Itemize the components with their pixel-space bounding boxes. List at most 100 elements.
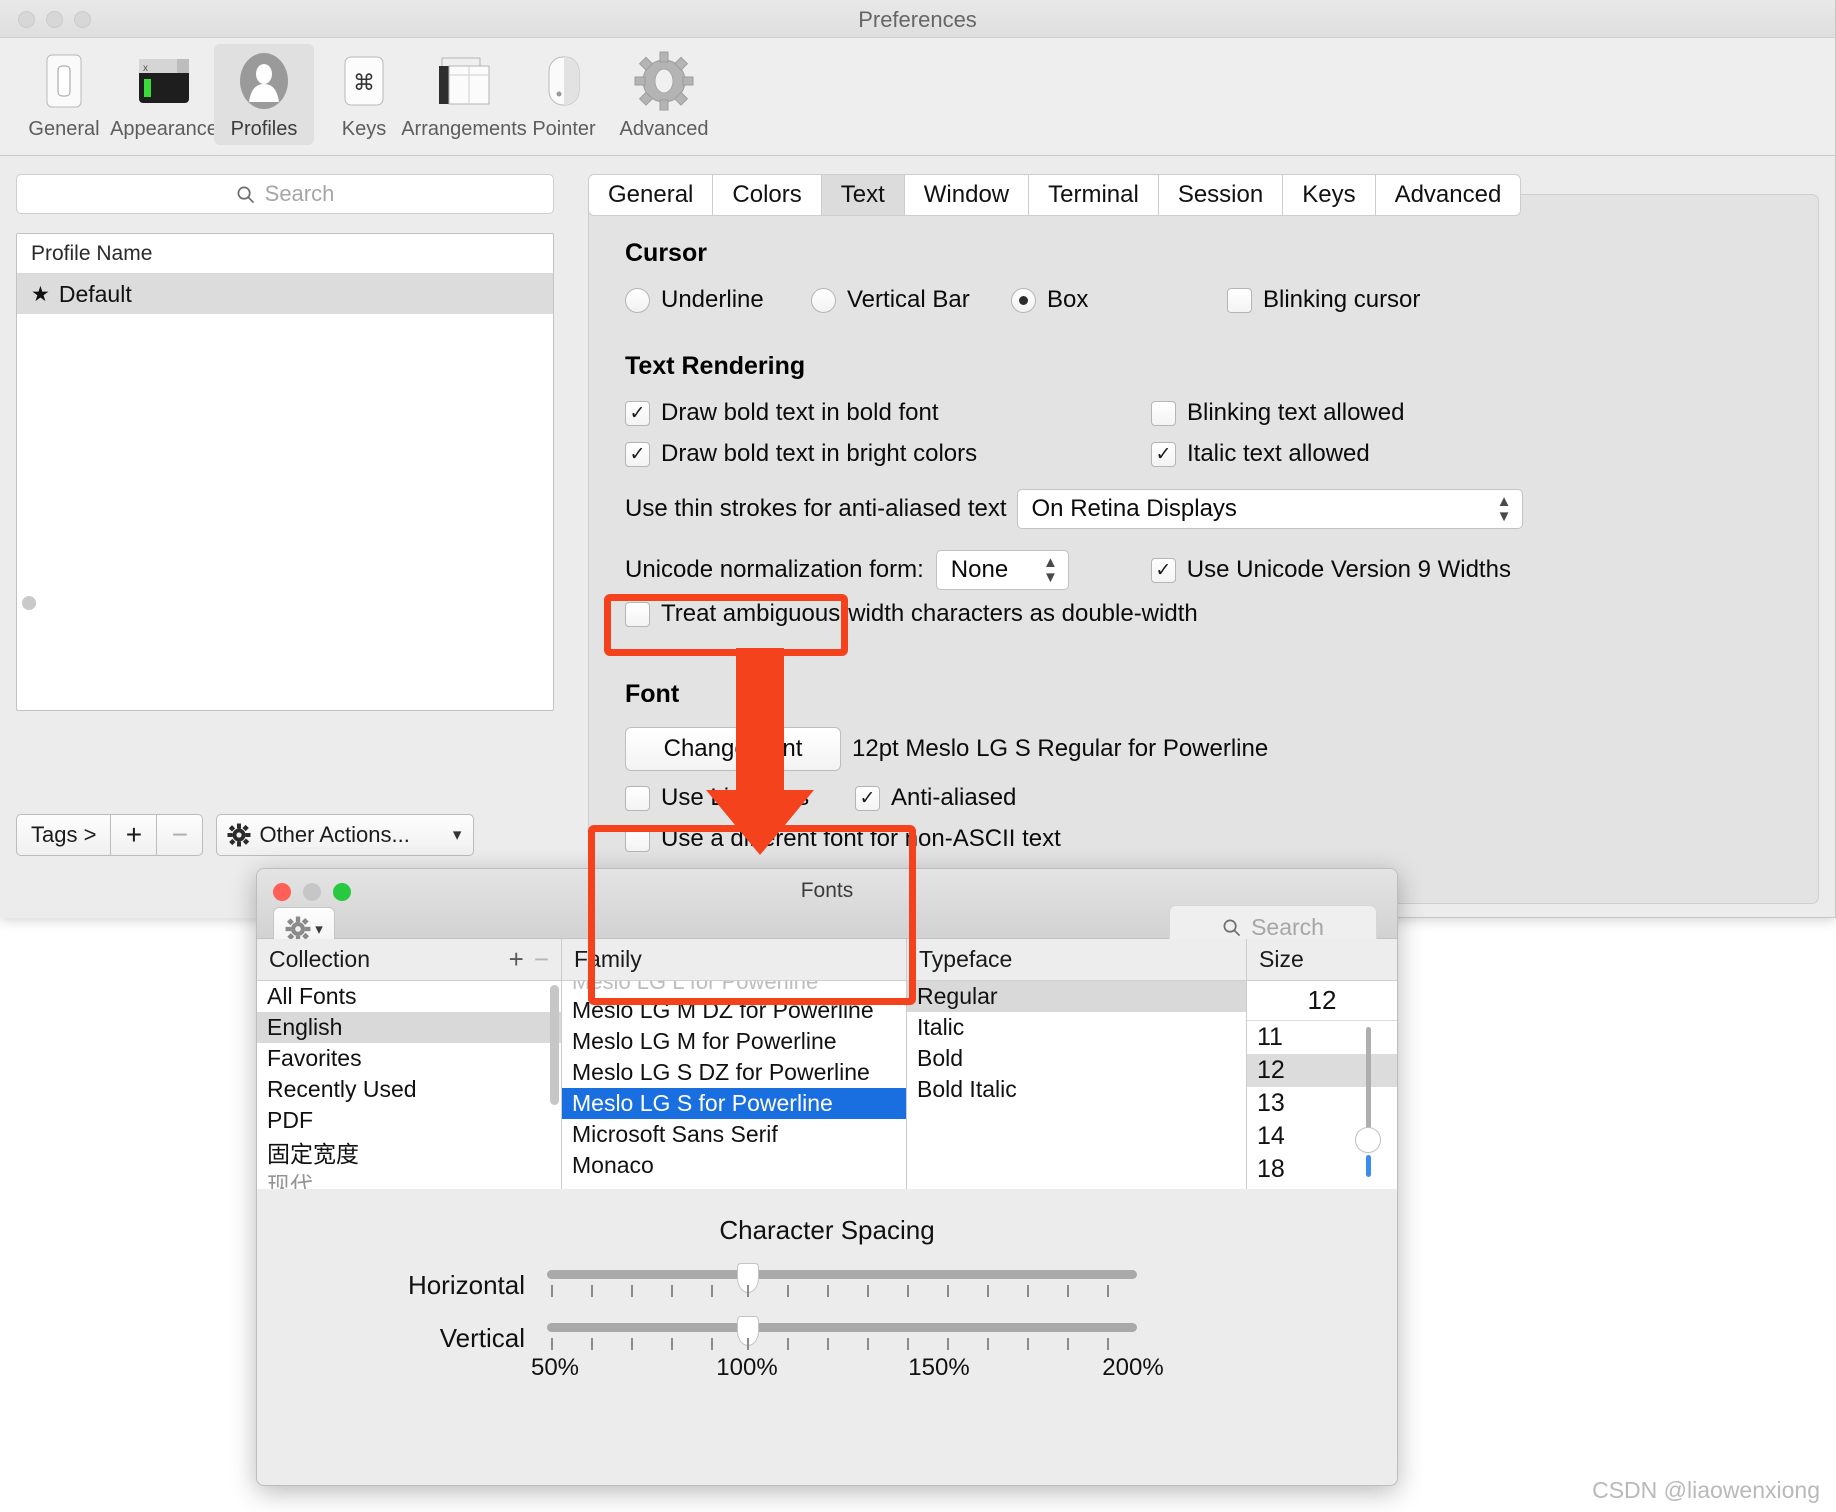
- typeface-list[interactable]: Regular Italic Bold Bold Italic: [907, 981, 1246, 1189]
- collection-header-label: Collection: [269, 946, 370, 972]
- tags-button[interactable]: Tags >: [16, 814, 112, 856]
- vertical-spacing-row: Vertical: [257, 1316, 1397, 1354]
- remove-profile-button[interactable]: −: [157, 814, 204, 856]
- list-item[interactable]: All Fonts: [257, 981, 561, 1012]
- character-spacing-section: Character Spacing Horizontal Vertical 50…: [257, 1189, 1397, 1481]
- profile-table-header: Profile Name: [17, 234, 553, 274]
- fonts-columns: Collection + − All Fonts English Favorite…: [257, 939, 1397, 1189]
- plus-icon[interactable]: +: [509, 944, 524, 974]
- italic-text-allowed-label: Italic text allowed: [1187, 440, 1370, 467]
- anti-aliased-row[interactable]: ✓ Anti-aliased: [855, 784, 1016, 812]
- list-item[interactable]: 现代: [257, 1167, 561, 1190]
- left-pane-scroll-thumb[interactable]: [22, 596, 36, 610]
- unicode-normalization-dropdown[interactable]: None ▲ ▼: [935, 550, 1069, 590]
- size-value-input[interactable]: 12: [1247, 981, 1397, 1021]
- unicode-v9-label: Use Unicode Version 9 Widths: [1186, 556, 1511, 583]
- size-list[interactable]: 11 12 13 14 18: [1247, 1021, 1397, 1189]
- collection-list[interactable]: All Fonts English Favorites Recently Use…: [257, 981, 561, 1189]
- fonts-window: Fonts ▾ Search Collection + − All Fonts …: [256, 868, 1398, 1486]
- list-item[interactable]: Meslo LG S DZ for Powerline: [562, 1057, 906, 1088]
- scale-label: 50%: [530, 1354, 580, 1381]
- tab-text[interactable]: Text: [821, 174, 905, 216]
- ambiguous-width-checkbox[interactable]: [625, 601, 650, 627]
- use-ligatures-row[interactable]: Use Ligatures: [625, 784, 855, 812]
- toolbar-label: Appearance: [110, 118, 218, 140]
- collection-scrollbar[interactable]: [550, 985, 559, 1105]
- tab-session[interactable]: Session: [1158, 174, 1284, 216]
- list-item[interactable]: Meslo LG M for Powerline: [562, 1026, 906, 1057]
- list-item[interactable]: Meslo LG L for Powerline: [562, 981, 906, 995]
- switch-icon: [46, 54, 82, 108]
- toolbar-item-advanced[interactable]: Advanced: [614, 44, 714, 145]
- slider-track: [547, 1323, 1137, 1332]
- toolbar-item-appearance[interactable]: x Appearance: [110, 44, 218, 145]
- tab-general[interactable]: General: [588, 174, 714, 216]
- toolbar-item-profiles[interactable]: Profiles: [214, 44, 314, 145]
- draw-bold-bright-colors-checkbox[interactable]: ✓: [625, 441, 650, 467]
- cursor-option-box[interactable]: Box: [1011, 286, 1201, 314]
- radio-underline[interactable]: [625, 287, 650, 313]
- profile-search-input[interactable]: Search: [16, 174, 554, 214]
- collection-header: Collection + −: [257, 939, 561, 981]
- blinking-text-allowed-row[interactable]: Blinking text allowed: [1151, 399, 1404, 427]
- size-slider-fill: [1366, 1155, 1371, 1177]
- size-slider[interactable]: [1355, 1027, 1381, 1185]
- radio-box[interactable]: [1011, 287, 1036, 313]
- anti-aliased-checkbox[interactable]: ✓: [855, 785, 880, 811]
- list-item[interactable]: Microsoft Sans Serif: [562, 1119, 906, 1150]
- blinking-cursor-checkbox-row[interactable]: Blinking cursor: [1227, 286, 1420, 314]
- unicode-v9-row[interactable]: ✓ Use Unicode Version 9 Widths: [1150, 556, 1511, 584]
- cursor-option-underline[interactable]: Underline: [625, 286, 811, 314]
- list-item[interactable]: Regular: [907, 981, 1246, 1012]
- blinking-cursor-checkbox[interactable]: [1227, 287, 1252, 313]
- family-list[interactable]: Meslo LG L for Powerline Meslo LG M DZ f…: [562, 981, 906, 1189]
- list-item[interactable]: PDF: [257, 1105, 561, 1136]
- add-profile-button[interactable]: +: [111, 814, 158, 856]
- cursor-underline-label: Underline: [661, 286, 764, 313]
- list-item[interactable]: Meslo LG S for Powerline: [562, 1088, 906, 1119]
- toolbar-item-keys[interactable]: ⌘ Keys: [314, 44, 414, 145]
- toolbar-item-general[interactable]: General: [14, 44, 114, 145]
- current-font-label: 12pt Meslo LG S Regular for Powerline: [852, 735, 1269, 762]
- draw-bold-bold-font-checkbox[interactable]: ✓: [625, 400, 650, 426]
- tab-terminal[interactable]: Terminal: [1029, 174, 1159, 216]
- tab-advanced[interactable]: Advanced: [1375, 174, 1522, 216]
- italic-text-allowed-checkbox[interactable]: ✓: [1151, 441, 1176, 467]
- use-ligatures-checkbox[interactable]: [625, 785, 650, 811]
- window-panes-icon: [439, 57, 490, 105]
- other-actions-dropdown[interactable]: Other Actions... ▾: [216, 814, 475, 856]
- list-item[interactable]: Bold Italic: [907, 1074, 1246, 1105]
- vertical-spacing-slider[interactable]: [547, 1316, 1137, 1354]
- list-item[interactable]: Recently Used: [257, 1074, 561, 1105]
- toolbar-item-pointer[interactable]: Pointer: [514, 44, 614, 145]
- tab-keys[interactable]: Keys: [1283, 174, 1376, 216]
- radio-vertical-bar[interactable]: [811, 287, 836, 313]
- horizontal-spacing-slider[interactable]: [547, 1263, 1137, 1301]
- thin-strokes-dropdown[interactable]: On Retina Displays ▲ ▼: [1016, 489, 1523, 529]
- tab-window[interactable]: Window: [904, 174, 1030, 216]
- list-item[interactable]: 固定宽度: [257, 1136, 561, 1167]
- tab-colors[interactable]: Colors: [713, 174, 822, 216]
- list-item[interactable]: Bold: [907, 1043, 1246, 1074]
- cursor-option-vertical-bar[interactable]: Vertical Bar: [811, 286, 1011, 314]
- draw-bold-bright-colors-row[interactable]: ✓ Draw bold text in bright colors: [625, 440, 1151, 468]
- spacing-scale-labels: 50% 100% 150% 200%: [531, 1354, 1164, 1386]
- minus-icon[interactable]: −: [534, 944, 549, 974]
- table-row[interactable]: ★ Default: [17, 274, 553, 314]
- size-slider-knob[interactable]: [1355, 1127, 1381, 1153]
- different-font-non-ascii-checkbox[interactable]: [625, 826, 650, 852]
- blinking-text-allowed-checkbox[interactable]: [1151, 400, 1176, 426]
- list-item[interactable]: Meslo LG M DZ for Powerline: [562, 995, 906, 1026]
- change-font-button[interactable]: Change Font: [625, 727, 841, 771]
- italic-text-allowed-row[interactable]: ✓ Italic text allowed: [1151, 440, 1370, 468]
- list-item[interactable]: Italic: [907, 1012, 1246, 1043]
- unicode-v9-checkbox[interactable]: ✓: [1150, 557, 1176, 583]
- draw-bold-bold-font-row[interactable]: ✓ Draw bold text in bold font: [625, 399, 1151, 427]
- preferences-window: Preferences General x Appearance Profile…: [0, 0, 1836, 918]
- toolbar-item-arrangements[interactable]: Arrangements: [401, 44, 527, 145]
- different-font-non-ascii-row[interactable]: Use a different font for non-ASCII text: [625, 825, 1818, 853]
- list-item[interactable]: Favorites: [257, 1043, 561, 1074]
- profile-settings-pane: General Colors Text Window Terminal Sess…: [570, 156, 1835, 918]
- list-item[interactable]: Monaco: [562, 1150, 906, 1181]
- list-item[interactable]: English: [257, 1012, 561, 1043]
